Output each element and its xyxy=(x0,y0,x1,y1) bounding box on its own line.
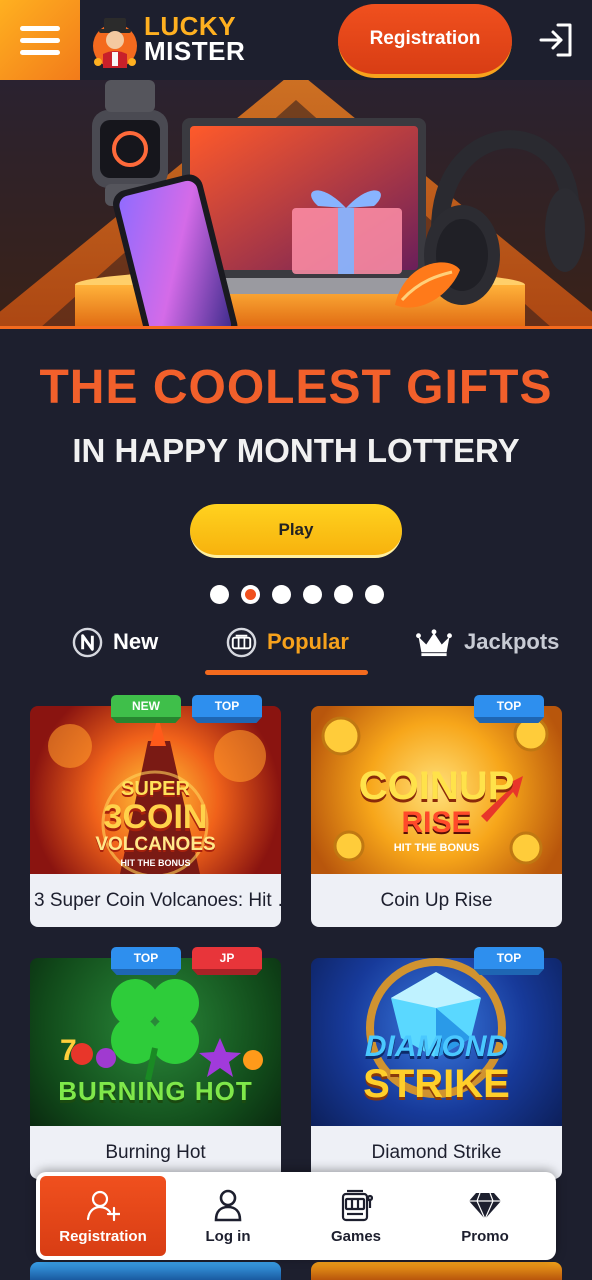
nav-login[interactable]: Log in xyxy=(164,1172,292,1260)
game-card[interactable]: SUPER 3COIN VOLCANOES HIT THE BONUS 3 Su… xyxy=(30,695,281,927)
nav-login-label: Log in xyxy=(205,1227,251,1245)
nav-promo-label: Promo xyxy=(461,1227,509,1245)
diamond-icon xyxy=(469,1192,501,1220)
game-card[interactable]: COINUP RISE HIT THE BONUS Coin Up Rise T… xyxy=(311,695,562,927)
promo-title: THE COOLEST GIFTS xyxy=(39,361,553,414)
game-title: Coin Up Rise xyxy=(311,874,562,927)
thumb-title-line: DIAMOND xyxy=(364,1030,509,1063)
top-badge: TOP xyxy=(474,695,544,717)
nav-promo[interactable]: Promo xyxy=(421,1172,549,1260)
user-plus-icon xyxy=(86,1190,120,1221)
game-thumbnail: SUPER 3COIN VOLCANOES HIT THE BONUS xyxy=(30,706,281,874)
registration-button[interactable]: Registration xyxy=(338,4,512,78)
game-category-tabs: New Popular Jackpots xyxy=(0,612,592,678)
banner-divider xyxy=(0,326,592,329)
svg-text:7: 7 xyxy=(60,1034,77,1067)
nav-registration[interactable]: Registration xyxy=(40,1176,166,1256)
game-thumbnail: COINUP RISE HIT THE BONUS xyxy=(311,706,562,874)
nav-games[interactable]: Games xyxy=(292,1172,420,1260)
thumb-title-line: COINUP xyxy=(358,764,515,808)
carousel-dot[interactable] xyxy=(334,585,353,604)
app-screen: LUCKY MISTER Registration THE COOLEST GI… xyxy=(0,0,592,1280)
game-card[interactable]: DIAMOND STRIKE Diamond Strike TOP xyxy=(311,947,562,1179)
thumb-title-line: VOLCANOES xyxy=(95,834,216,855)
thumb-title-line: HIT THE BONUS xyxy=(393,842,480,854)
game-card-partial[interactable] xyxy=(311,1262,562,1280)
slot-machine-icon xyxy=(341,1189,373,1221)
user-icon xyxy=(214,1189,242,1221)
promo-banner-image[interactable] xyxy=(0,80,592,328)
top-header: LUCKY MISTER Registration xyxy=(0,0,592,80)
carousel-dot-active[interactable] xyxy=(241,585,260,604)
tab-new[interactable]: New xyxy=(72,622,158,662)
carousel-dot[interactable] xyxy=(210,585,229,604)
game-card-partial[interactable] xyxy=(30,1262,281,1280)
jackpot-badge: JP xyxy=(192,947,262,969)
bottom-navigation: Registration Log in Games Promo xyxy=(36,1172,556,1260)
carousel-pagination xyxy=(210,585,384,604)
top-badge: TOP xyxy=(111,947,181,969)
thumb-title-line: BURNING HOT xyxy=(58,1076,253,1106)
carousel-dot[interactable] xyxy=(365,585,384,604)
nav-games-label: Games xyxy=(330,1227,382,1245)
thumb-title-line: RISE xyxy=(401,806,472,839)
carousel-dot[interactable] xyxy=(303,585,322,604)
tab-jackpots[interactable]: Jackpots xyxy=(414,622,559,662)
play-button[interactable]: Play xyxy=(190,504,402,558)
slot-reels-icon xyxy=(226,627,257,657)
site-logo[interactable]: LUCKY MISTER xyxy=(88,10,263,70)
nav-registration-label: Registration xyxy=(59,1227,147,1245)
new-badge: NEW xyxy=(111,695,181,717)
crown-icon xyxy=(416,628,452,656)
top-badge: TOP xyxy=(192,695,262,717)
thumb-title-line: HIT THE BONUS xyxy=(120,858,191,868)
top-badge: TOP xyxy=(474,947,544,969)
hamburger-icon[interactable] xyxy=(0,0,80,80)
promo-subtitle: IN HAPPY MONTH LOTTERY xyxy=(72,432,520,469)
sign-in-icon[interactable] xyxy=(536,20,576,60)
active-tab-indicator xyxy=(205,670,368,675)
carousel-dot[interactable] xyxy=(272,585,291,604)
thumb-title-line: STRIKE xyxy=(363,1062,510,1106)
tab-popular[interactable]: Popular xyxy=(226,622,349,662)
tab-jackpots-label: Jackpots xyxy=(464,629,560,654)
thumb-title-line: 3COIN xyxy=(103,798,208,836)
logo-wordmark: LUCKY MISTER xyxy=(144,13,246,66)
game-thumbnail: 7 BURNING HOT xyxy=(30,958,281,1126)
logo-line-mister: MISTER xyxy=(144,36,246,66)
game-thumbnail: DIAMOND STRIKE xyxy=(311,958,562,1126)
tab-popular-label: Popular xyxy=(267,629,349,654)
banner-gifts-illustration xyxy=(0,80,592,328)
mascot-logo-icon xyxy=(93,18,137,68)
n-circle-icon xyxy=(72,627,103,657)
tab-new-label: New xyxy=(113,629,159,654)
game-title: 3 Super Coin Volcanoes: Hit … xyxy=(30,874,281,927)
game-card[interactable]: 7 BURNING HOT Burning Hot TOP JP xyxy=(30,947,281,1179)
